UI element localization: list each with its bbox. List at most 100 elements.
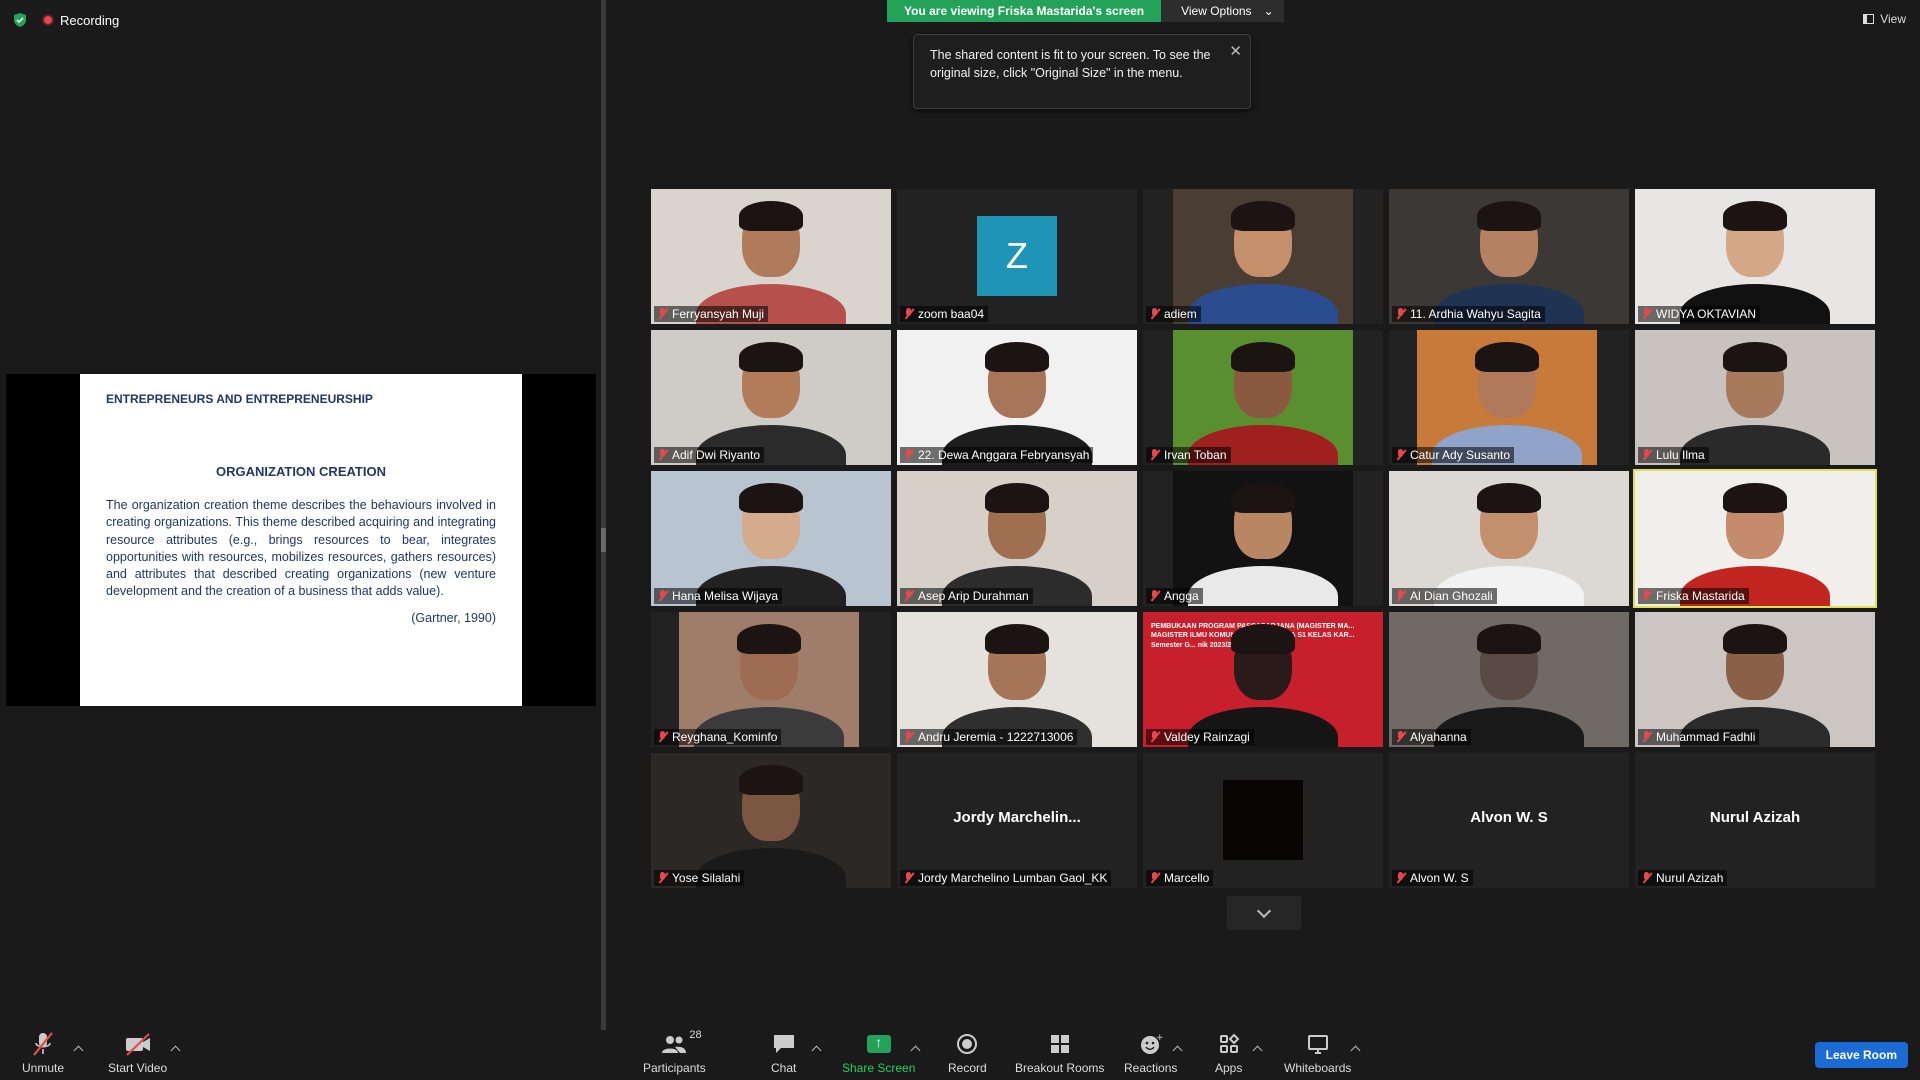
participant-video: [651, 189, 891, 324]
apps-options-caret[interactable]: [1252, 1045, 1263, 1056]
start-video-button[interactable]: Start Video: [108, 1031, 167, 1075]
muted-mic-icon: [1149, 308, 1160, 320]
participant-tile[interactable]: Hana Melisa Wijaya: [651, 471, 891, 606]
chat-options-caret[interactable]: [811, 1045, 822, 1056]
participant-video: [897, 471, 1137, 606]
show-more-button[interactable]: [1227, 896, 1301, 930]
participant-name: Nurul Azizah: [1656, 871, 1724, 885]
participant-tile[interactable]: Friska Mastarida: [1633, 469, 1877, 608]
participant-nameplate: Andru Jeremia - 1222713006: [900, 729, 1078, 745]
participant-tile[interactable]: Al Dian Ghozali: [1389, 471, 1629, 606]
share-screen-button[interactable]: Share Screen: [842, 1031, 915, 1075]
whiteboards-button[interactable]: Whiteboards: [1284, 1031, 1351, 1075]
muted-mic-icon: [1395, 308, 1406, 320]
participant-nameplate: Ferryansyah Muji: [654, 306, 769, 322]
participant-nameplate: Irvan Toban: [1146, 447, 1231, 463]
participant-tile[interactable]: adiem: [1143, 189, 1383, 324]
viewing-banner: You are viewing Friska Mastarida's scree…: [887, 0, 1162, 22]
unmute-button[interactable]: Unmute: [22, 1031, 64, 1075]
whiteboards-options-caret[interactable]: [1350, 1045, 1361, 1056]
muted-mic-icon: [1641, 872, 1652, 884]
participant-name: 22. Dewa Anggara Febryansyah: [918, 448, 1090, 462]
participant-nameplate: Jordy Marchelino Lumban Gaol_KK: [900, 870, 1112, 886]
participant-nameplate: Alyahanna: [1392, 729, 1471, 745]
breakout-rooms-button[interactable]: Breakout Rooms: [1015, 1031, 1104, 1075]
participant-tile[interactable]: Nurul Azizah Nurul Azizah: [1635, 753, 1875, 888]
participant-video: [1173, 471, 1353, 606]
participant-display-name: Nurul Azizah: [1709, 809, 1801, 826]
participant-tile[interactable]: Alyahanna: [1389, 612, 1629, 747]
participant-nameplate: Lulu Ilma: [1638, 447, 1709, 463]
participant-display-name: Jordy Marchelin...: [953, 809, 1081, 826]
share-banner: You are viewing Friska Mastarida's scree…: [887, 0, 1284, 22]
participant-tile[interactable]: Irvan Toban: [1143, 330, 1383, 465]
audio-options-caret[interactable]: [73, 1045, 84, 1056]
participant-tile[interactable]: 11. Ardhia Wahyu Sagita: [1389, 189, 1629, 324]
breakout-rooms-icon: [1049, 1031, 1071, 1057]
participant-tile[interactable]: Ferryansyah Muji: [651, 189, 891, 324]
record-button[interactable]: Record: [948, 1031, 987, 1075]
muted-mic-icon: [903, 449, 914, 461]
participants-label: Participants: [643, 1061, 706, 1075]
participant-nameplate: Muhammad Fadhli: [1638, 729, 1760, 745]
muted-mic-icon: [657, 590, 668, 602]
reactions-button[interactable]: + Reactions: [1124, 1031, 1177, 1075]
participant-name: zoom baa04: [918, 307, 985, 321]
participant-tile[interactable]: Yose Silalahi: [651, 753, 891, 888]
participant-tile[interactable]: Alvon W. S Alvon W. S: [1389, 753, 1629, 888]
muted-mic-icon: [1149, 449, 1160, 461]
muted-mic-icon: [1641, 308, 1652, 320]
participant-name: Alyahanna: [1410, 730, 1467, 744]
slide-subheading: ORGANIZATION CREATION: [216, 464, 386, 479]
muted-mic-icon: [1395, 449, 1406, 461]
apps-button[interactable]: Apps: [1215, 1031, 1242, 1075]
participant-tile[interactable]: Marcello: [1143, 753, 1383, 888]
pane-divider[interactable]: [601, 0, 606, 1030]
view-button[interactable]: View: [1863, 12, 1906, 26]
participant-name: Andru Jeremia - 1222713006: [918, 730, 1074, 744]
muted-mic-icon: [903, 308, 914, 320]
leave-room-button[interactable]: Leave Room: [1814, 1042, 1908, 1068]
muted-mic-icon: [1149, 731, 1160, 743]
participant-tile[interactable]: Adif Dwi Riyanto: [651, 330, 891, 465]
view-options-button[interactable]: View Options ⌄: [1161, 0, 1284, 22]
participant-nameplate: Alvon W. S: [1392, 870, 1473, 886]
participant-name: Marcello: [1164, 871, 1210, 885]
participant-video: [1389, 189, 1629, 324]
close-icon[interactable]: ✕: [1229, 41, 1242, 62]
shared-slide-frame: ENTREPRENEURS AND ENTREPRENEURSHIP ORGAN…: [6, 374, 596, 706]
participant-tile[interactable]: Andru Jeremia - 1222713006: [897, 612, 1137, 747]
participant-tile[interactable]: Lulu Ilma: [1635, 330, 1875, 465]
participant-tile[interactable]: WIDYA OKTAVIAN: [1635, 189, 1875, 324]
participant-tile[interactable]: Zzoom baa04: [897, 189, 1137, 324]
participant-tile[interactable]: Reyghana_Kominfo: [651, 612, 891, 747]
share-screen-label: Share Screen: [842, 1061, 916, 1075]
participant-video: [897, 612, 1137, 747]
apps-label: Apps: [1215, 1061, 1243, 1075]
participant-tile[interactable]: Muhammad Fadhli: [1635, 612, 1875, 747]
participant-video: [897, 330, 1137, 465]
participant-name: 11. Ardhia Wahyu Sagita: [1410, 307, 1541, 321]
participants-button[interactable]: 28 Participants: [643, 1029, 706, 1075]
participant-video: [679, 612, 859, 747]
video-options-caret[interactable]: [170, 1045, 181, 1056]
participant-tile[interactable]: 22. Dewa Anggara Febryansyah: [897, 330, 1137, 465]
participant-tile[interactable]: PEMBUKAAN PROGRAM PASCASARJANA (MAGISTER…: [1143, 612, 1383, 747]
participant-nameplate: Angga: [1146, 588, 1203, 604]
divider-handle[interactable]: [601, 528, 606, 552]
participant-video: [651, 471, 891, 606]
participant-grid: Ferryansyah Muji Zzoom baa04 adiem 11. Ardh…: [651, 189, 1877, 888]
chat-button[interactable]: Chat: [771, 1031, 796, 1075]
svg-text:+: +: [1156, 1033, 1163, 1043]
participant-tile[interactable]: Asep Arip Durahman: [897, 471, 1137, 606]
participant-tile[interactable]: Angga: [1143, 471, 1383, 606]
share-screen-icon: [866, 1031, 891, 1057]
participant-name: Reyghana_Kominfo: [672, 730, 778, 744]
participant-name: Valdey Rainzagi: [1164, 730, 1250, 744]
participant-name: Angga: [1164, 589, 1199, 603]
participant-tile[interactable]: Catur Ady Susanto: [1389, 330, 1629, 465]
participant-nameplate: Valdey Rainzagi: [1146, 729, 1254, 745]
unmute-label: Unmute: [22, 1061, 65, 1075]
participant-tile[interactable]: Jordy Marchelin... Jordy Marchelino Lumba…: [897, 753, 1137, 888]
participant-name: Al Dian Ghozali: [1410, 589, 1493, 603]
